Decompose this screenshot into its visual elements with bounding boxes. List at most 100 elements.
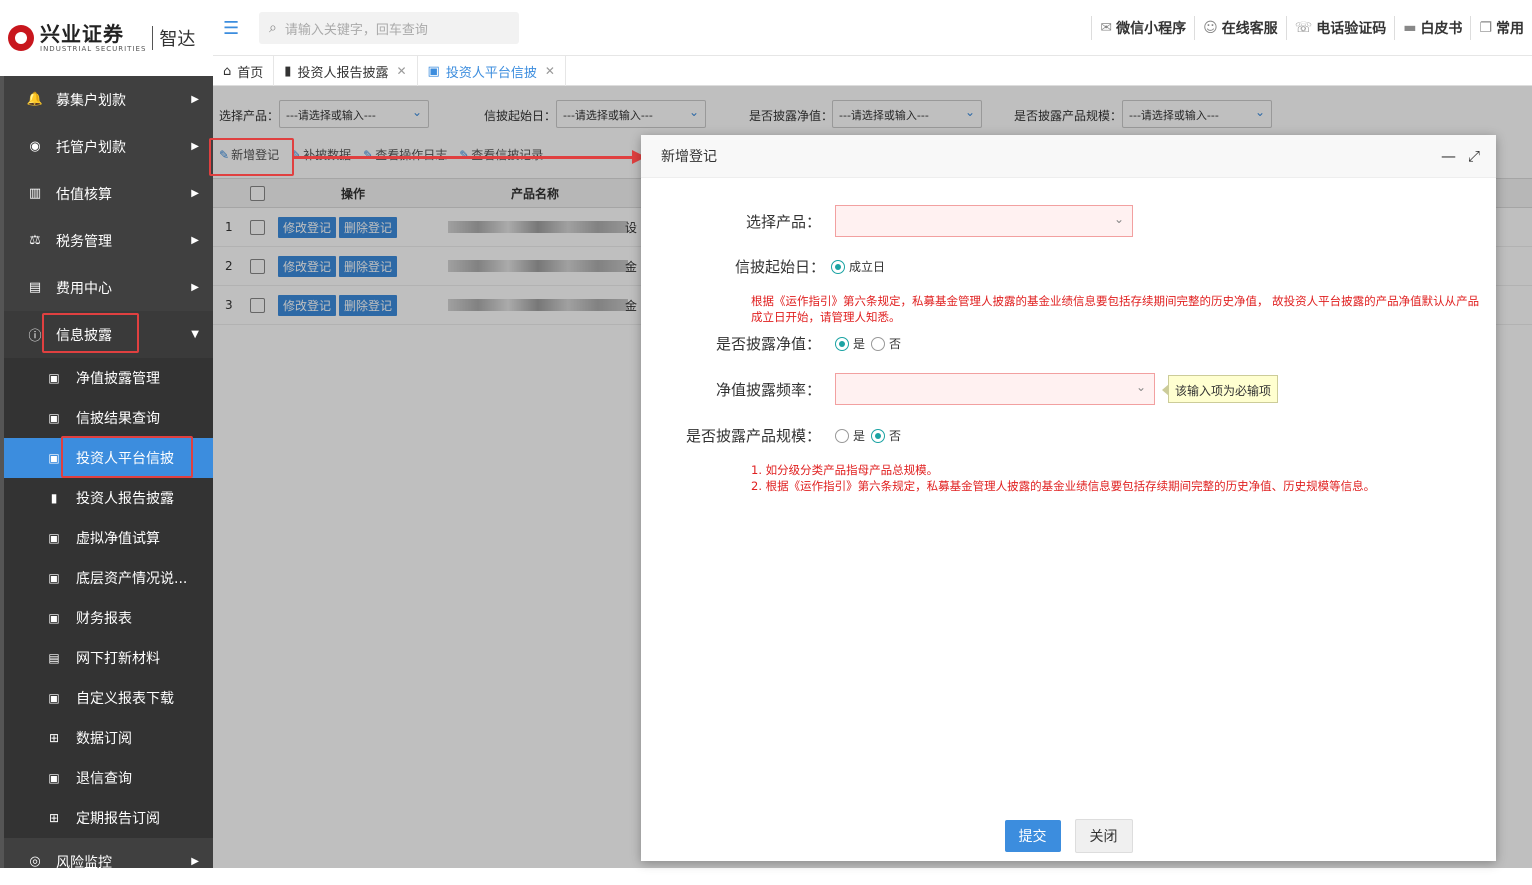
tab-investor-platform[interactable]: ▣ 投资人平台信披 ✕	[418, 56, 566, 86]
maximize-icon[interactable]: ⤢	[1468, 147, 1480, 165]
chevron-right-icon: ▶	[191, 141, 199, 152]
sub-item-nav-disclosure[interactable]: ▣ 净值披露管理	[4, 358, 213, 398]
scale-yes-radio[interactable]: 是	[835, 427, 865, 444]
sub-label: 财务报表	[76, 611, 132, 627]
menu-item-collect[interactable]: 🔔 募集户划款 ▶	[4, 76, 213, 123]
start-date-note: 根据《运作指引》第六条规定，私募基金管理人披露的基金业绩信息要包括存续期间完整的…	[751, 294, 1480, 324]
image-icon: ▣	[48, 611, 60, 625]
image-icon: ▣	[48, 771, 60, 785]
menu-label: 风险监控	[56, 854, 112, 871]
menu-label: 估值核算	[56, 186, 112, 203]
sub-label: 退信查询	[76, 771, 132, 787]
sub-item-custom-report[interactable]: ▣ 自定义报表下载	[4, 678, 213, 718]
search-box[interactable]: ⌕ 请输入关键字，回车查询	[259, 12, 519, 44]
submit-button[interactable]: 提交	[1004, 820, 1061, 852]
frequency-label: 净值披露频率：	[715, 380, 821, 399]
image-icon: ▣	[48, 451, 60, 465]
file-icon: ▮	[50, 491, 58, 505]
wechat-icon: ✉	[1100, 20, 1113, 36]
radio-label: 是	[853, 429, 866, 443]
doc-icon: ▣	[48, 371, 60, 385]
close-tab-icon[interactable]: ✕	[545, 64, 555, 78]
file-icon: ▮	[284, 63, 292, 79]
tab-investor-report[interactable]: ▮ 投资人报告披露 ✕	[274, 56, 418, 86]
menu-item-valuation[interactable]: ▥ 估值核算 ▶	[4, 170, 213, 217]
sub-item-periodic-report[interactable]: ⊞ 定期报告订阅	[4, 798, 213, 838]
scale-icon: ⚖	[29, 233, 41, 248]
scale-no-radio[interactable]: 否	[871, 427, 901, 444]
top-bar: ☰ ⌕ 请输入关键字，回车查询 ✉ 微信小程序 ☺ 在线客服 ☏ 电话验证码 ▬ 白皮书 …	[213, 0, 1532, 56]
scale-label: 是否披露产品规模：	[685, 427, 821, 445]
dialog-title: 新增登记	[661, 149, 717, 165]
tab-home[interactable]: ⌂ 首页	[213, 56, 275, 86]
menu-item-custody[interactable]: ◉ 托管户划款 ▶	[4, 123, 213, 170]
menu-item-tax[interactable]: ⚖ 税务管理 ▶	[4, 217, 213, 264]
close-button[interactable]: 关闭	[1074, 819, 1133, 853]
start-option-radio[interactable]: 成立日	[831, 258, 885, 275]
logo-mark-icon	[8, 25, 34, 51]
service-link[interactable]: ☺ 在线客服	[1194, 16, 1286, 40]
wechat-link[interactable]: ✉ 微信小程序	[1091, 16, 1194, 40]
radio-label: 否	[889, 337, 902, 351]
sub-item-underlying-assets[interactable]: ▣ 底层资产情况说...	[4, 558, 213, 598]
common-link[interactable]: ❐ 常用	[1470, 16, 1532, 40]
sub-label: 网下打新材料	[76, 651, 160, 667]
sub-label: 净值披露管理	[76, 371, 160, 387]
chevron-right-icon: ▶	[191, 188, 199, 199]
chevron-right-icon: ▶	[191, 282, 199, 293]
start-date-label: 信披起始日：	[734, 258, 825, 276]
sub-label: 定期报告订阅	[76, 811, 160, 827]
minimize-icon[interactable]: —	[1441, 147, 1456, 165]
eye-icon: ◎	[29, 854, 41, 869]
nav-label: 是否披露净值：	[715, 335, 821, 353]
radio-label: 是	[853, 337, 866, 351]
sub-item-investor-report[interactable]: ▮ 投资人报告披露	[4, 478, 213, 518]
whitepaper-link[interactable]: ▬ 白皮书	[1394, 16, 1470, 40]
book-icon: ▬	[1403, 20, 1417, 36]
nav-no-radio[interactable]: 否	[871, 335, 901, 352]
search-input[interactable]: 请输入关键字，回车查询	[285, 19, 428, 38]
radio-unchecked-icon	[835, 428, 849, 443]
menu-item-fees[interactable]: ▤ 费用中心 ▶	[4, 264, 213, 311]
sub-item-financial-report[interactable]: ▣ 财务报表	[4, 598, 213, 638]
sub-item-data-subscription[interactable]: ⊞ 数据订阅	[4, 718, 213, 758]
copy-icon: ❐	[1479, 20, 1492, 36]
sub-item-result-query[interactable]: ▣ 信披结果查询	[4, 398, 213, 438]
radio-unchecked-icon	[871, 336, 886, 351]
logo-divider	[152, 26, 154, 50]
menu-collapse-icon[interactable]: ☰	[223, 18, 239, 39]
product-select[interactable]: ⌄	[835, 205, 1133, 237]
product-name: 智达	[159, 29, 196, 50]
top-links: ✉ 微信小程序 ☺ 在线客服 ☏ 电话验证码 ▬ 白皮书 ❐ 常用	[1091, 0, 1532, 56]
plus-icon: ⊞	[48, 811, 60, 825]
image-icon: ▣	[48, 571, 60, 585]
nav-yes-radio[interactable]: 是	[835, 335, 865, 352]
phone-code-link[interactable]: ☏ 电话验证码	[1285, 16, 1395, 40]
close-tab-icon[interactable]: ✕	[396, 64, 406, 78]
link-label: 白皮书	[1420, 21, 1463, 37]
tab-label: 投资人平台信披	[445, 65, 537, 81]
image-icon: ▣	[427, 63, 440, 79]
add-record-dialog: 新增登记 — ⤢ 选择产品： ⌄ 信披起始日： 成立日 根据《运作指引》第六条规定…	[641, 135, 1496, 861]
phone-icon: ☏	[1294, 20, 1313, 36]
sub-item-virtual-nav[interactable]: ▣ 虚拟净值试算	[4, 518, 213, 558]
search-icon: ⌕	[269, 20, 277, 36]
sub-item-bounce-query[interactable]: ▣ 退信查询	[4, 758, 213, 798]
menu-label: 费用中心	[56, 280, 112, 297]
plus-icon: ⊞	[48, 731, 60, 745]
brand-en: INDUSTRIAL SECURITIES	[40, 45, 147, 53]
image-icon: ▣	[48, 691, 60, 705]
frequency-select[interactable]: ⌄	[835, 373, 1155, 405]
link-label: 常用	[1496, 21, 1524, 37]
highlight-investor-platform	[61, 436, 193, 478]
radio-checked-icon	[831, 259, 845, 274]
link-label: 微信小程序	[1116, 21, 1187, 37]
tab-label: 投资人报告披露	[297, 65, 389, 81]
menu-label: 募集户划款	[56, 92, 126, 109]
chevron-down-icon: ⌄	[1113, 212, 1124, 226]
highlight-add-button	[209, 138, 294, 176]
sub-item-ipo-materials[interactable]: ▤ 网下打新材料	[4, 638, 213, 678]
annotation-arrow	[294, 156, 634, 159]
menu-item-risk[interactable]: ◎ 风险监控 ▶	[4, 838, 213, 885]
doc-icon: ▤	[28, 280, 42, 295]
